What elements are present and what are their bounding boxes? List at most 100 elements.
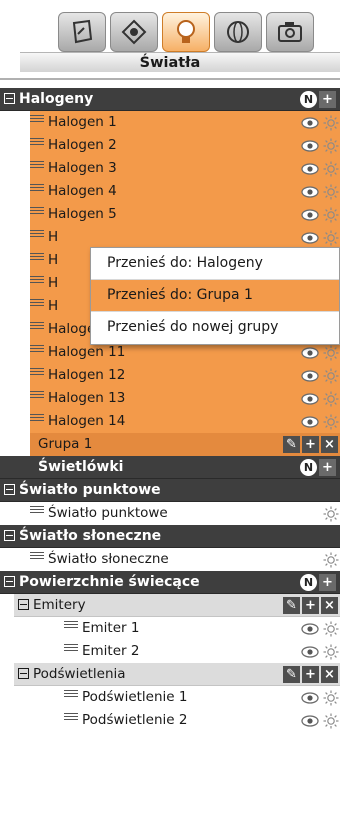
drag-handle-icon[interactable] [30,184,44,193]
new-badge-icon[interactable]: N [300,574,317,591]
item-label: Halogen 14 [48,413,126,429]
edit-icon[interactable]: ✎ [283,597,300,614]
eye-icon[interactable] [300,116,320,130]
eye-icon[interactable] [300,346,320,360]
eye-icon[interactable] [300,645,320,659]
eye-icon[interactable] [300,208,320,222]
list-item[interactable]: Halogen 1 [30,111,340,134]
light-toggle-icon[interactable] [322,206,340,224]
drag-handle-icon[interactable] [30,230,44,239]
list-item[interactable]: Podświetlenie 1 [0,686,340,709]
drag-handle-icon[interactable] [30,391,44,400]
edit-icon[interactable]: ✎ [283,436,300,453]
collapse-toggle[interactable] [4,576,15,587]
add-icon[interactable]: + [302,666,319,683]
group-label: Powierzchnie świecące [19,574,200,590]
group-powierzchnie-swiecace[interactable]: Powierzchnie świecące N + [0,571,340,594]
list-item[interactable]: Halogen 4 [30,180,340,203]
group-swiatlo-sloneczne[interactable]: Światło słoneczne [0,525,340,548]
eye-icon[interactable] [300,415,320,429]
drag-handle-icon[interactable] [30,138,44,147]
menu-item-move-to-new-group[interactable]: Przenieś do nowej grupy [91,312,339,344]
light-toggle-icon[interactable] [322,551,340,569]
drag-handle-icon[interactable] [30,345,44,354]
eye-icon[interactable] [300,369,320,383]
add-icon[interactable]: + [319,459,336,476]
list-item[interactable]: Światło słoneczne [0,548,340,571]
light-toggle-icon[interactable] [322,183,340,201]
list-item[interactable]: Halogen 5 [30,203,340,226]
delete-icon[interactable]: × [321,666,338,683]
list-item[interactable]: Halogen 12 [30,364,340,387]
subgroup-emitery[interactable]: Emitery ✎ + × [14,594,340,617]
light-toggle-icon[interactable] [322,137,340,155]
drag-handle-icon[interactable] [30,161,44,170]
drag-handle-icon[interactable] [30,253,44,262]
group-swietlowki[interactable]: Świetlówki N + [0,456,340,479]
edit-icon[interactable]: ✎ [283,666,300,683]
eye-icon[interactable] [300,139,320,153]
drag-handle-icon[interactable] [64,713,78,722]
light-toggle-icon[interactable] [322,229,340,247]
list-item[interactable]: Światło punktowe [0,502,340,525]
eye-icon[interactable] [300,622,320,636]
list-item[interactable]: Halogen 14 [30,410,340,433]
menu-item-move-to-grupa-1[interactable]: Przenieś do: Grupa 1 [91,280,339,312]
collapse-toggle[interactable] [18,599,29,610]
light-toggle-icon[interactable] [322,620,340,638]
group-swiatlo-punktowe[interactable]: Światło punktowe [0,479,340,502]
group-halogeny[interactable]: Halogeny N + [0,88,340,111]
add-icon[interactable]: + [302,436,319,453]
eye-icon[interactable] [300,162,320,176]
drag-handle-icon[interactable] [30,299,44,308]
collapse-toggle[interactable] [4,484,15,495]
drag-handle-icon[interactable] [30,207,44,216]
light-toggle-icon[interactable] [322,367,340,385]
lights-tree: Halogeny N + Halogen 1 Halogen 2 Halogen… [0,88,340,732]
new-badge-icon[interactable]: N [300,459,317,476]
eye-icon[interactable] [300,691,320,705]
light-toggle-icon[interactable] [322,689,340,707]
light-toggle-icon[interactable] [322,643,340,661]
light-toggle-icon[interactable] [322,114,340,132]
eye-icon[interactable] [300,231,320,245]
subgroup-grupa-1[interactable]: Grupa 1 ✎ + × [30,433,340,456]
drag-handle-icon[interactable] [30,368,44,377]
new-badge-icon[interactable]: N [300,91,317,108]
list-item[interactable]: Podświetlenie 2 [0,709,340,732]
drag-handle-icon[interactable] [30,414,44,423]
collapse-toggle[interactable] [4,530,15,541]
list-item[interactable]: Emiter 1 [0,617,340,640]
drag-handle-icon[interactable] [64,621,78,630]
delete-icon[interactable]: × [321,436,338,453]
light-toggle-icon[interactable] [322,505,340,523]
light-toggle-icon[interactable] [322,390,340,408]
list-item[interactable]: H [30,226,340,249]
list-item[interactable]: Halogen 2 [30,134,340,157]
delete-icon[interactable]: × [321,597,338,614]
eye-icon[interactable] [300,714,320,728]
drag-handle-icon[interactable] [64,644,78,653]
light-toggle-icon[interactable] [322,712,340,730]
subgroup-podswietlenia[interactable]: Podświetlenia ✎ + × [14,663,340,686]
menu-item-move-to-halogeny[interactable]: Przenieś do: Halogeny [91,248,339,280]
list-item[interactable]: Emiter 2 [0,640,340,663]
add-icon[interactable]: + [319,91,336,108]
light-toggle-icon[interactable] [322,344,340,362]
drag-handle-icon[interactable] [30,276,44,285]
light-toggle-icon[interactable] [322,160,340,178]
list-item[interactable]: Halogen 13 [30,387,340,410]
add-icon[interactable]: + [319,574,336,591]
add-icon[interactable]: + [302,597,319,614]
drag-handle-icon[interactable] [64,690,78,699]
eye-icon[interactable] [300,185,320,199]
drag-handle-icon[interactable] [30,322,44,331]
drag-handle-icon[interactable] [30,115,44,124]
light-toggle-icon[interactable] [322,413,340,431]
list-item[interactable]: Halogen 3 [30,157,340,180]
eye-icon[interactable] [300,392,320,406]
collapse-toggle[interactable] [18,668,29,679]
collapse-toggle[interactable] [4,93,15,104]
drag-handle-icon[interactable] [30,506,44,515]
drag-handle-icon[interactable] [30,552,44,561]
